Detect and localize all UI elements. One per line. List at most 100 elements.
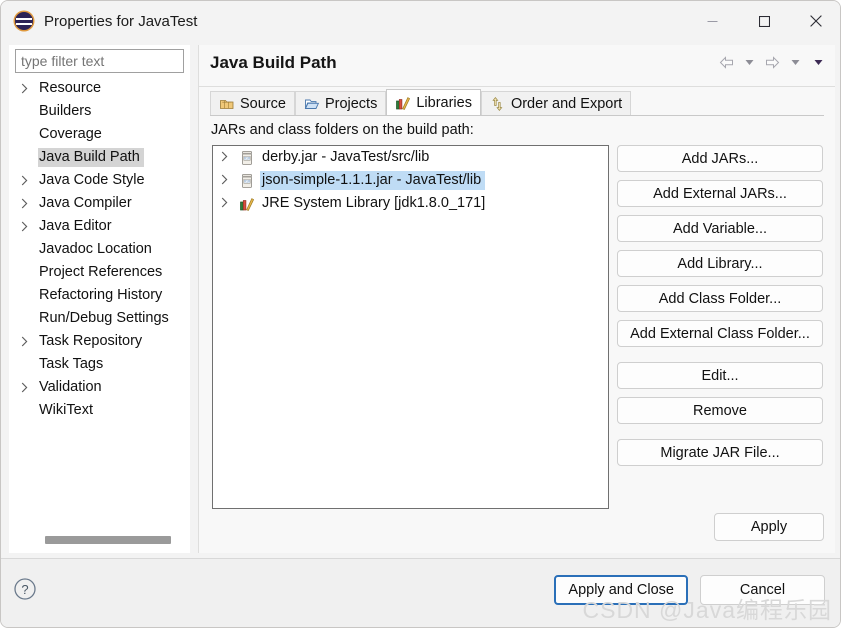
chevron-right-icon[interactable] <box>221 151 239 165</box>
dialog-footer: ? Apply and Close Cancel <box>1 558 840 627</box>
library-books-icon <box>396 97 411 110</box>
migrate-jar-file-button[interactable]: Migrate JAR File... <box>617 439 823 466</box>
tab-label: Libraries <box>416 95 472 111</box>
tab-source[interactable]: Source <box>210 91 295 116</box>
jar-icon: 010 <box>242 173 252 188</box>
build-path-actions: Add JARs... Add External JARs... Add Varia… <box>617 145 823 474</box>
sidebar-item-coverage[interactable]: Coverage <box>9 123 190 146</box>
remove-button[interactable]: Remove <box>617 397 823 424</box>
svg-text:?: ? <box>21 582 28 597</box>
add-class-folder-button[interactable]: Add Class Folder... <box>617 285 823 312</box>
sidebar-item-label: Builders <box>39 103 92 119</box>
maximize-icon[interactable] <box>738 1 790 41</box>
chevron-right-icon[interactable] <box>21 198 38 209</box>
svg-text:010: 010 <box>244 179 250 183</box>
minimize-icon[interactable] <box>686 1 738 41</box>
apply-and-close-button[interactable]: Apply and Close <box>554 575 688 605</box>
source-folder-icon <box>220 100 234 109</box>
sidebar-item-task-tags[interactable]: Task Tags <box>9 353 190 376</box>
chevron-right-icon[interactable] <box>221 197 239 211</box>
back-chevron-down-icon[interactable] <box>739 51 760 73</box>
sidebar-item-javadoc-location[interactable]: Javadoc Location <box>9 238 190 261</box>
tabs-underline <box>210 115 824 116</box>
filter-input[interactable] <box>15 49 184 73</box>
open-folder-icon <box>304 99 320 109</box>
sidebar-item-resource[interactable]: Resource <box>9 77 190 100</box>
sidebar-item-project-references[interactable]: Project References <box>9 261 190 284</box>
footer-buttons: Apply and Close Cancel <box>554 575 825 605</box>
title-divider <box>199 86 835 87</box>
back-arrow-icon[interactable] <box>716 51 737 73</box>
forward-chevron-down-icon[interactable] <box>785 51 806 73</box>
sidebar-item-label: Task Tags <box>39 356 104 372</box>
sidebar-item-label: Project References <box>39 264 163 280</box>
sidebar-item-java-editor[interactable]: Java Editor <box>9 215 190 238</box>
tab-order-and-export[interactable]: Order and Export <box>480 91 632 116</box>
add-jars-button[interactable]: Add JARs... <box>617 145 823 172</box>
chevron-right-icon[interactable] <box>21 221 38 232</box>
tab-label: Order and Export <box>510 96 623 112</box>
sidebar-item-label: Java Compiler <box>39 195 132 211</box>
add-external-class-folder-button[interactable]: Add External Class Folder... <box>617 320 823 347</box>
build-path-entries-list[interactable]: 010 derby.jar - JavaTest/src/lib 010 json-s… <box>212 145 609 509</box>
sidebar-item-label: Refactoring History <box>39 287 163 303</box>
add-variable-button[interactable]: Add Variable... <box>617 215 823 242</box>
settings-navigation-pane: Resource Builders Coverage Java Build Path J… <box>9 45 190 553</box>
properties-dialog: Properties for JavaTest Resource Builders… <box>0 0 841 628</box>
cancel-button[interactable]: Cancel <box>700 575 825 605</box>
chevron-right-icon[interactable] <box>21 336 38 347</box>
apply-button-row: Apply <box>714 513 824 541</box>
tab-label: Projects <box>324 96 378 112</box>
settings-tree[interactable]: Resource Builders Coverage Java Build Path J… <box>9 77 190 517</box>
sidebar-item-refactoring-history[interactable]: Refactoring History <box>9 284 190 307</box>
sidebar-item-java-code-style[interactable]: Java Code Style <box>9 169 190 192</box>
title-bar: Properties for JavaTest <box>1 1 840 41</box>
add-external-jars-button[interactable]: Add External JARs... <box>617 180 823 207</box>
close-icon[interactable] <box>790 1 840 41</box>
order-arrows-icon <box>492 97 503 111</box>
sidebar-item-label: Coverage <box>39 126 102 142</box>
page-navigation-controls <box>716 51 829 73</box>
tab-label: Source <box>240 96 286 112</box>
chevron-right-icon[interactable] <box>21 382 38 393</box>
sidebar-item-label: Java Code Style <box>39 172 145 188</box>
window-title: Properties for JavaTest <box>44 12 198 30</box>
sidebar-item-label: Run/Debug Settings <box>39 310 169 326</box>
apply-button[interactable]: Apply <box>714 513 824 541</box>
build-path-entry[interactable]: 010 derby.jar - JavaTest/src/lib <box>213 146 608 169</box>
sidebar-item-java-compiler[interactable]: Java Compiler <box>9 192 190 215</box>
jar-icon: 010 <box>242 150 252 165</box>
page-title: Java Build Path <box>210 53 337 72</box>
eclipse-icon <box>15 12 33 30</box>
forward-arrow-icon[interactable] <box>762 51 783 73</box>
sidebar-item-builders[interactable]: Builders <box>9 100 190 123</box>
sidebar-item-task-repository[interactable]: Task Repository <box>9 330 190 353</box>
sidebar-item-run-debug-settings[interactable]: Run/Debug Settings <box>9 307 190 330</box>
sidebar-item-label: Java Build Path <box>38 148 144 167</box>
chevron-right-icon[interactable] <box>221 174 239 188</box>
build-path-entry-label: json-simple-1.1.1.jar - JavaTest/lib <box>260 171 486 190</box>
add-library-button[interactable]: Add Library... <box>617 250 823 277</box>
tab-libraries[interactable]: Libraries <box>386 89 481 116</box>
build-path-entry[interactable]: 010 json-simple-1.1.1.jar - JavaTest/lib <box>213 169 608 192</box>
build-path-tabs: Source Projects Libraries Order and Export <box>210 89 632 116</box>
sidebar-item-label: Resource <box>39 80 102 96</box>
chevron-right-icon[interactable] <box>21 175 38 186</box>
edit-button[interactable]: Edit... <box>617 362 823 389</box>
sidebar-item-label: Javadoc Location <box>39 241 152 257</box>
window-controls <box>686 1 840 41</box>
chevron-right-icon[interactable] <box>21 83 38 94</box>
sidebar-item-validation[interactable]: Validation <box>9 376 190 399</box>
sidebar-item-java-build-path[interactable]: Java Build Path <box>9 146 190 169</box>
list-caption: JARs and class folders on the build path… <box>211 122 474 138</box>
nav-scrollbar-thumb[interactable] <box>45 536 171 544</box>
nav-horizontal-scrollbar[interactable] <box>15 533 184 547</box>
sidebar-item-label: Validation <box>39 379 102 395</box>
view-menu-chevron-down-icon[interactable] <box>808 51 829 73</box>
sidebar-item-wikitext[interactable]: WikiText <box>9 399 190 422</box>
build-path-entry[interactable]: JRE System Library [jdk1.8.0_171] <box>213 192 608 215</box>
help-circle-icon[interactable]: ? <box>13 577 37 601</box>
library-books-icon <box>240 197 255 211</box>
sidebar-item-label: Task Repository <box>39 333 143 349</box>
tab-projects[interactable]: Projects <box>294 91 387 116</box>
